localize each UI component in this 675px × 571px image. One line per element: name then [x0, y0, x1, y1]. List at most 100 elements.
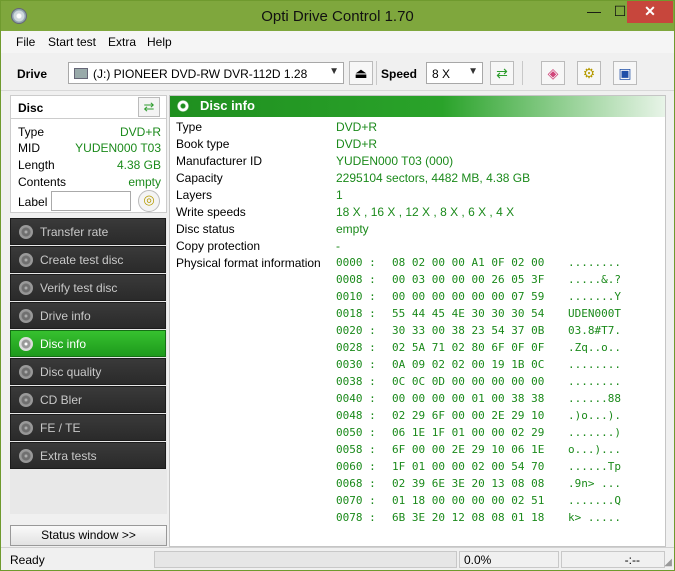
hex-ascii: UDEN000T: [568, 307, 621, 320]
status-text: Ready: [10, 553, 45, 567]
save-button[interactable]: ▣: [613, 61, 637, 85]
window-title: Opti Drive Control 1.70: [261, 8, 414, 25]
disc-info-panel: Disc info Type DVD+R Book type DVD+R Manufac…: [169, 95, 666, 547]
nav-label: Extra tests: [40, 449, 97, 463]
hex-bytes: 6F 00 00 2E 29 10 06 1E: [392, 443, 545, 456]
menu-file[interactable]: File: [16, 35, 35, 49]
nav-drive-info[interactable]: Drive info: [10, 302, 166, 329]
disc-icon: [19, 337, 33, 351]
progress-bar: [154, 551, 457, 568]
refresh-speeds-button[interactable]: ⇄: [490, 61, 514, 85]
menu-extra[interactable]: Extra: [108, 35, 136, 49]
refresh-icon: ⇄: [496, 65, 508, 81]
refresh-disc-button[interactable]: ⇄: [138, 97, 160, 117]
menu-help[interactable]: Help: [147, 35, 172, 49]
hex-bytes: 08 02 00 00 A1 0F 02 00: [392, 256, 545, 269]
settings-button[interactable]: ⚙: [577, 61, 601, 85]
resize-grip-icon[interactable]: ◢: [664, 557, 672, 568]
disc-icon: [19, 421, 33, 435]
hex-bytes: 0A 09 02 02 00 19 1B 0C: [392, 358, 545, 371]
drive-select[interactable]: (J:) PIONEER DVD-RW DVR-112D 1.28 ▼: [68, 62, 344, 84]
disc-label-input[interactable]: [51, 191, 131, 211]
label-key: Label: [18, 195, 48, 209]
hex-off: 0068 :: [336, 477, 376, 490]
nav-extra-tests[interactable]: Extra tests: [10, 442, 166, 469]
prop-key: MID: [18, 141, 40, 155]
disc-icon: [19, 365, 33, 379]
eject-icon: ⏏: [354, 65, 368, 81]
hex-bytes: 1F 01 00 00 02 00 54 70: [392, 460, 545, 473]
disc-icon: [19, 225, 33, 239]
disc-icon: [19, 253, 33, 267]
info-value: YUDEN000 T03 (000): [336, 154, 454, 168]
hex-off: 0008 :: [336, 273, 376, 286]
hex-bytes: 55 44 45 4E 30 30 30 54: [392, 307, 545, 320]
eraser-icon: ◈: [547, 65, 559, 81]
info-row: Type DVD+R: [176, 120, 656, 137]
info-row: Disc status empty: [176, 222, 656, 239]
speed-select[interactable]: 8 X ▼: [426, 62, 483, 84]
info-row: Copy protection -: [176, 239, 656, 256]
hex-ascii: .9n> ...: [568, 477, 621, 490]
drive-label: Drive: [17, 67, 48, 81]
hex-ascii: ........: [568, 256, 621, 269]
nav-cd-bler[interactable]: CD Bler: [10, 386, 166, 413]
info-value: 2295104 sectors, 4482 MB, 4.38 GB: [336, 171, 531, 185]
drive-select-value: (J:) PIONEER DVD-RW DVR-112D 1.28: [93, 67, 308, 81]
prop-key: Type: [18, 125, 45, 139]
hex-ascii: .......): [568, 426, 621, 439]
info-key: Copy protection: [176, 239, 261, 253]
nav-label: Drive info: [40, 309, 91, 323]
info-key: Layers: [176, 188, 213, 202]
hex-ascii: ......88: [568, 392, 621, 405]
speed-label: Speed: [381, 67, 418, 81]
chevron-down-icon: ▼: [329, 66, 339, 77]
info-value: empty: [336, 222, 369, 236]
nav-disc-info[interactable]: Disc info: [10, 330, 166, 357]
hex-ascii: ......Tp: [568, 460, 621, 473]
prop-value: YUDEN000 T03: [75, 141, 161, 155]
disc-prop-contents: Contents empty: [18, 175, 161, 192]
hex-off: 0038 :: [336, 375, 376, 388]
nav-fe-te[interactable]: FE / TE: [10, 414, 166, 441]
nav-disc-quality[interactable]: Disc quality: [10, 358, 166, 385]
menu-start-test[interactable]: Start test: [48, 35, 96, 49]
hex-off: 0010 :: [336, 290, 376, 303]
eject-button[interactable]: ⏏: [349, 61, 373, 85]
hex-bytes: 02 29 6F 00 00 2E 29 10: [392, 409, 545, 422]
info-row: Manufacturer ID YUDEN000 T03 (000): [176, 154, 656, 171]
hex-bytes: 30 33 00 38 23 54 37 0B: [392, 324, 545, 337]
nav-transfer-rate[interactable]: Transfer rate: [10, 218, 166, 245]
minimize-button[interactable]: —: [581, 1, 607, 23]
disc-icon: [19, 309, 33, 323]
hex-off: 0030 :: [336, 358, 376, 371]
disc-label-icon: ◎: [143, 192, 155, 207]
hex-off: 0040 :: [336, 392, 376, 405]
disc-header: Disc ⇄: [10, 95, 167, 119]
info-row: Capacity 2295104 sectors, 4482 MB, 4.38 G…: [176, 171, 656, 188]
hex-ascii: ........: [568, 375, 621, 388]
status-window-button[interactable]: Status window >>: [10, 525, 167, 546]
nav-verify-test-disc[interactable]: Verify test disc: [10, 274, 166, 301]
hex-off: 0000 :: [336, 256, 376, 269]
info-row: Book type DVD+R: [176, 137, 656, 154]
info-value: DVD+R: [336, 120, 378, 134]
disc-icon: [19, 449, 33, 463]
close-button[interactable]: ✕: [627, 1, 673, 23]
title-bar: Opti Drive Control 1.70 — ☐ ✕: [1, 1, 674, 31]
left-panel: Disc ⇄ Type DVD+R MID YUDEN000 T03 Lengt…: [10, 95, 167, 547]
settings-icon: ⚙: [582, 65, 596, 81]
toolbar-separator: [376, 61, 377, 85]
info-key: Type: [176, 120, 203, 134]
info-row: Layers 1: [176, 188, 656, 205]
menu-bar: File Start test Extra Help: [1, 31, 674, 53]
nav-create-test-disc[interactable]: Create test disc: [10, 246, 166, 273]
info-key: Write speeds: [176, 205, 246, 219]
apply-label-button[interactable]: ◎: [138, 190, 160, 212]
erase-button[interactable]: ◈: [541, 61, 565, 85]
drive-icon: [74, 68, 88, 79]
hex-bytes: 6B 3E 20 12 08 08 01 18: [392, 511, 545, 524]
info-value: DVD+R: [336, 137, 378, 151]
status-bar: Ready 0.0% -:-- ◢: [1, 547, 674, 570]
panel-header: Disc info: [170, 96, 665, 117]
